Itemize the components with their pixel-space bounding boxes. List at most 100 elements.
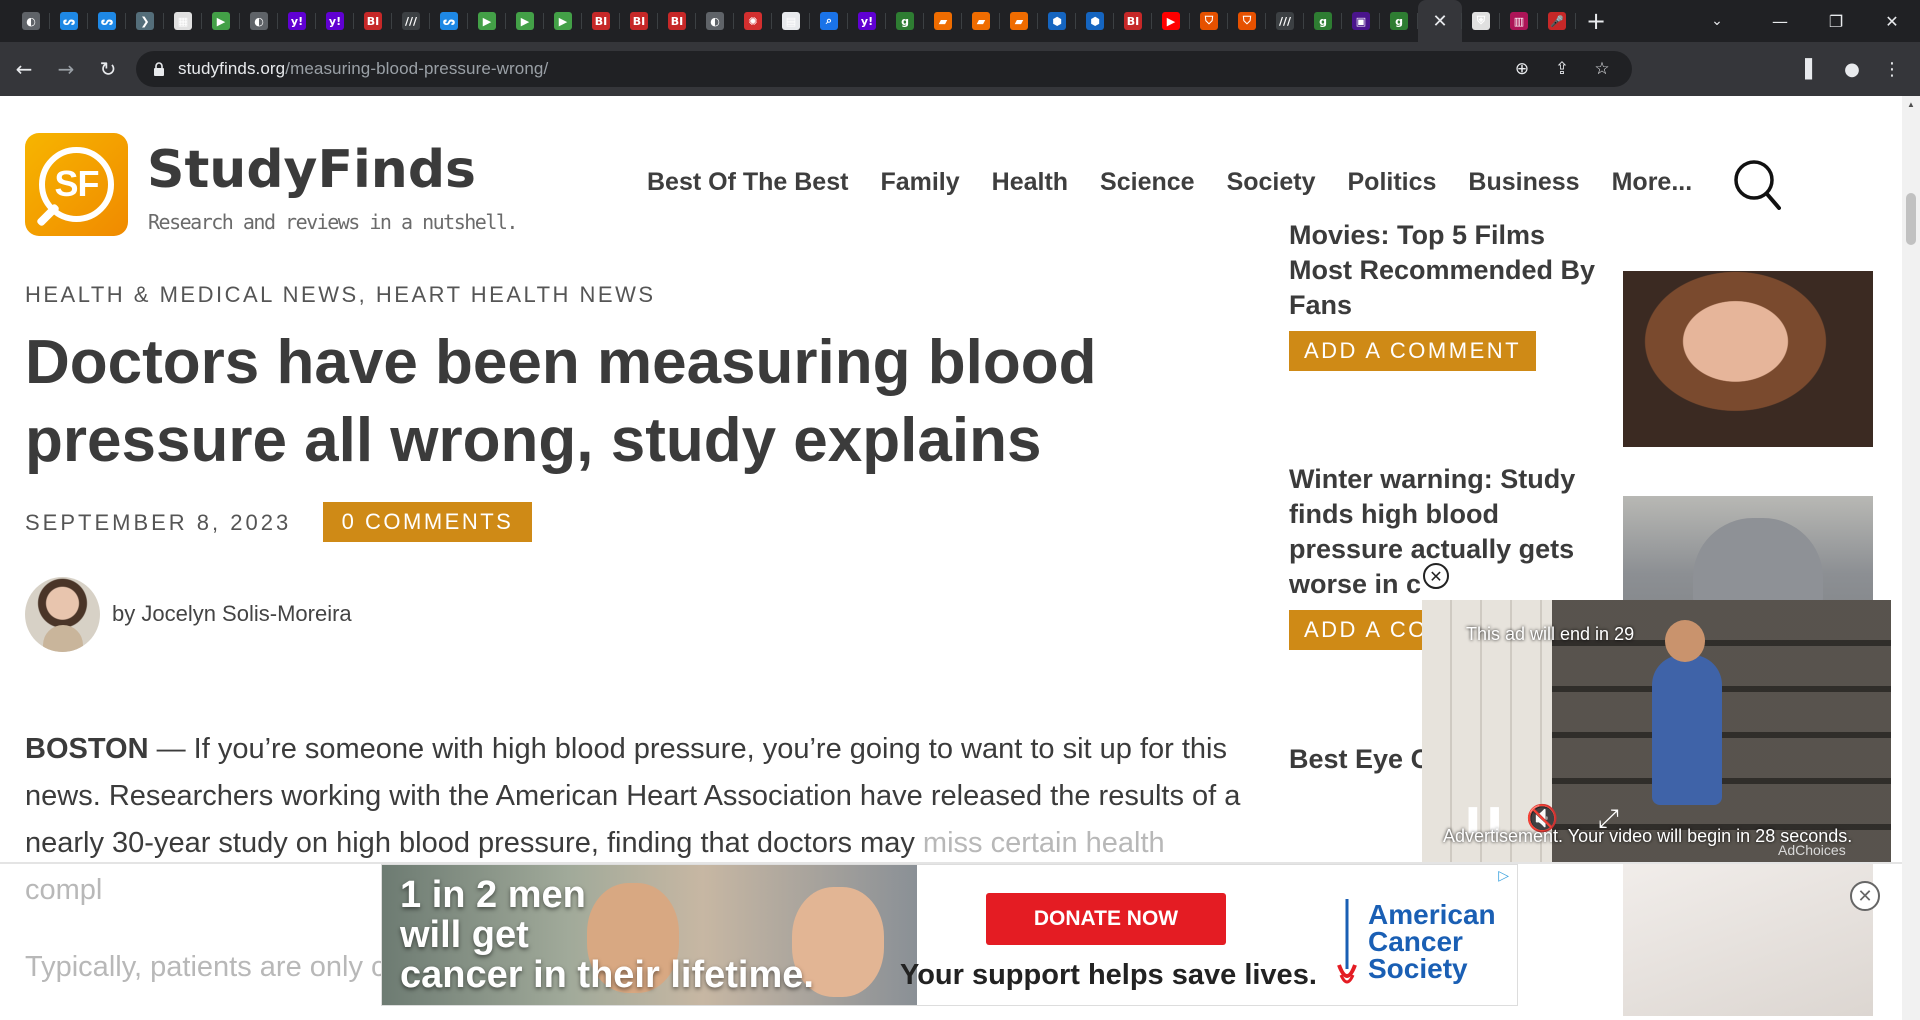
search-icon[interactable] xyxy=(1733,158,1781,210)
site-brand[interactable]: StudyFinds xyxy=(147,140,476,200)
browser-tab[interactable]: ◐ xyxy=(696,0,734,42)
browser-tab[interactable]: ▶ xyxy=(1152,0,1190,42)
browser-tab[interactable]: ⛨ xyxy=(1462,0,1500,42)
studyfinds-logo[interactable]: SF xyxy=(25,133,128,236)
browser-tab[interactable]: g xyxy=(1380,0,1418,42)
beanie-shape xyxy=(1693,518,1823,608)
browser-tab[interactable]: g xyxy=(1304,0,1342,42)
banner-ad[interactable]: 1 in 2 men will get cancer in their life… xyxy=(381,864,1518,1006)
new-tab-button[interactable]: + xyxy=(1576,0,1616,42)
video-ad-player[interactable]: This ad will end in 29 ❚❚ 🔇 ⤢ Advertisem… xyxy=(1422,600,1891,864)
video-ad-close-button[interactable]: ✕ xyxy=(1423,563,1449,589)
browser-tab[interactable]: ⌕ xyxy=(810,0,848,42)
profile-icon[interactable]: ● xyxy=(1832,59,1872,80)
close-window-button[interactable]: ✕ xyxy=(1864,12,1920,31)
browser-tab[interactable]: ▶ xyxy=(468,0,506,42)
share-icon[interactable]: ⇪ xyxy=(1542,59,1582,79)
browser-tab[interactable]: ▶ xyxy=(544,0,582,42)
browser-tab[interactable]: /// xyxy=(392,0,430,42)
browser-tab[interactable]: 🎤 xyxy=(1538,0,1576,42)
menu-icon[interactable]: ⋮ xyxy=(1872,59,1912,80)
banner-headline-line: will get xyxy=(400,914,529,956)
browser-tab[interactable]: ᔕ xyxy=(430,0,468,42)
reload-button[interactable]: ↻ xyxy=(90,51,126,87)
restore-button[interactable]: ❐ xyxy=(1808,12,1864,31)
add-comment-button[interactable]: ADD A COMMENT xyxy=(1289,331,1537,371)
browser-tab[interactable]: ▣ xyxy=(1342,0,1380,42)
nav-science[interactable]: Science xyxy=(1100,168,1195,197)
sidebar-story-title[interactable]: Movies: Top 5 Films Most Recommended By … xyxy=(1289,218,1609,323)
nav-business[interactable]: Business xyxy=(1468,168,1579,197)
article-title: Doctors have been measuring blood pressu… xyxy=(25,328,1097,475)
page-scrollbar[interactable]: ▲ xyxy=(1902,96,1920,1020)
browser-tab[interactable]: ▰ xyxy=(924,0,962,42)
browser-tab[interactable]: ▤ xyxy=(772,0,810,42)
browser-tab[interactable]: ▰ xyxy=(1000,0,1038,42)
cube-icon: ⬢ xyxy=(1048,12,1066,30)
browser-tab[interactable]: ▰ xyxy=(962,0,1000,42)
browser-tab[interactable]: ◐ xyxy=(240,0,278,42)
browser-tab[interactable]: BI xyxy=(1114,0,1152,42)
browser-tab[interactable]: ▶ xyxy=(506,0,544,42)
address-bar[interactable]: studyfinds.org/measuring-blood-pressure-… xyxy=(136,51,1632,87)
browser-tab[interactable]: ᔕ xyxy=(50,0,88,42)
browser-tab[interactable]: ⛉ xyxy=(1228,0,1266,42)
bi-icon: BI xyxy=(630,12,648,30)
browser-tab[interactable]: ▶ xyxy=(202,0,240,42)
adchoices-icon[interactable]: ▷ xyxy=(1498,867,1509,884)
youtube-icon: ▶ xyxy=(1162,12,1180,30)
scroll-up-arrow-icon[interactable]: ▲ xyxy=(1907,100,1915,109)
browser-tab[interactable]: /// xyxy=(1266,0,1304,42)
sidebar-story-1-image[interactable] xyxy=(1623,271,1873,447)
browser-tab[interactable]: BI xyxy=(582,0,620,42)
browser-tab[interactable]: BI xyxy=(658,0,696,42)
scrollbar-thumb[interactable] xyxy=(1906,193,1916,245)
url-text[interactable]: studyfinds.org/measuring-blood-pressure-… xyxy=(178,59,548,79)
play-icon: ▶ xyxy=(212,12,230,30)
close-icon[interactable]: ✕ xyxy=(1431,11,1449,32)
browser-tab[interactable]: y! xyxy=(316,0,354,42)
browser-tab[interactable]: y! xyxy=(278,0,316,42)
tab-search-dropdown-icon[interactable]: ⌄ xyxy=(1682,13,1752,29)
banner-ad-close-button[interactable]: ✕ xyxy=(1850,881,1880,911)
nav-politics[interactable]: Politics xyxy=(1348,168,1437,197)
minimize-button[interactable]: — xyxy=(1752,12,1808,31)
author-avatar[interactable] xyxy=(25,577,100,652)
video-adchoices-label[interactable]: AdChoices xyxy=(1778,842,1846,858)
back-button[interactable]: ← xyxy=(6,51,42,87)
browser-tab[interactable]: ⬢ xyxy=(1076,0,1114,42)
side-panel-icon[interactable]: ▌ xyxy=(1792,59,1832,80)
sidebar-story-3-image[interactable] xyxy=(1623,854,1873,1016)
browser-tab[interactable]: ❯ xyxy=(126,0,164,42)
forward-button[interactable]: → xyxy=(48,51,84,87)
browser-tab[interactable]: BI xyxy=(620,0,658,42)
acs-logo-text: American Cancer Society xyxy=(1368,901,1496,983)
browser-tab[interactable]: ▦ xyxy=(164,0,202,42)
browser-tab[interactable]: BI xyxy=(354,0,392,42)
browser-tab[interactable]: ◐ xyxy=(12,0,50,42)
lock-icon[interactable] xyxy=(152,62,166,76)
browser-tab[interactable]: y! xyxy=(848,0,886,42)
browser-tab[interactable]: ▥ xyxy=(1500,0,1538,42)
browser-tab[interactable]: ✺ xyxy=(734,0,772,42)
nav-health[interactable]: Health xyxy=(992,168,1068,197)
sidebar-story-1: Movies: Top 5 Films Most Recommended By … xyxy=(1289,218,1609,371)
nav-best-of-the-best[interactable]: Best Of The Best xyxy=(647,168,848,197)
bookmark-star-icon[interactable]: ☆ xyxy=(1582,59,1622,79)
browser-tab[interactable]: g xyxy=(886,0,924,42)
browser-tab[interactable]: ⬢ xyxy=(1038,0,1076,42)
sidebar-story-title[interactable]: Winter warning: Study finds high blood p… xyxy=(1289,462,1609,602)
browser-tab[interactable]: ᔕ xyxy=(88,0,126,42)
add-comment-button[interactable]: ADD A CO xyxy=(1289,610,1443,650)
donate-now-button[interactable]: DONATE NOW xyxy=(986,893,1226,945)
nav-society[interactable]: Society xyxy=(1227,168,1316,197)
comments-button[interactable]: 0 COMMENTS xyxy=(323,502,532,542)
article-categories[interactable]: HEALTH & MEDICAL NEWS, HEART HEALTH NEWS xyxy=(25,282,656,308)
article-author[interactable]: by Jocelyn Solis-Moreira xyxy=(112,601,352,627)
browser-tab[interactable]: ✕ xyxy=(1418,0,1462,42)
logo-text: SF xyxy=(54,163,99,204)
browser-tab[interactable]: ⛉ xyxy=(1190,0,1228,42)
zoom-icon[interactable]: ⊕ xyxy=(1502,59,1542,79)
nav-more[interactable]: More... xyxy=(1612,168,1693,197)
nav-family[interactable]: Family xyxy=(880,168,959,197)
